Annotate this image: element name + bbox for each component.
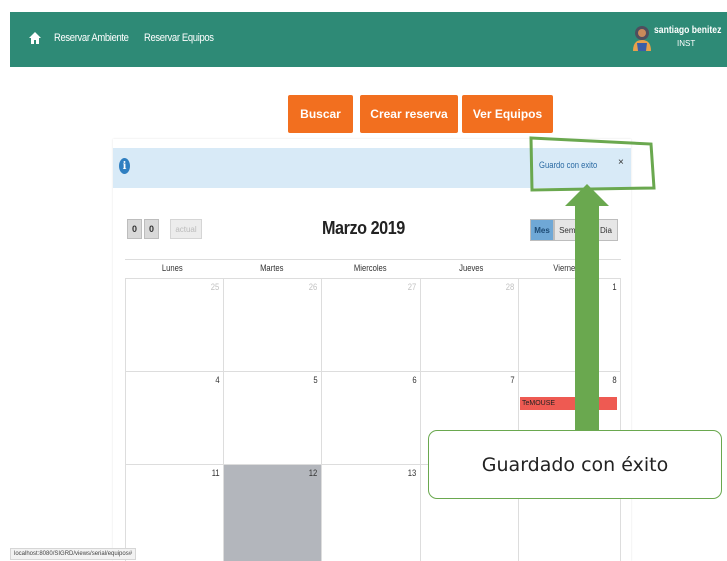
annotation-callout: Guardado con éxito: [428, 430, 722, 499]
arrow-shaft: [575, 204, 599, 432]
highlight-box: [529, 136, 656, 192]
arrow-head-icon: [565, 184, 609, 206]
